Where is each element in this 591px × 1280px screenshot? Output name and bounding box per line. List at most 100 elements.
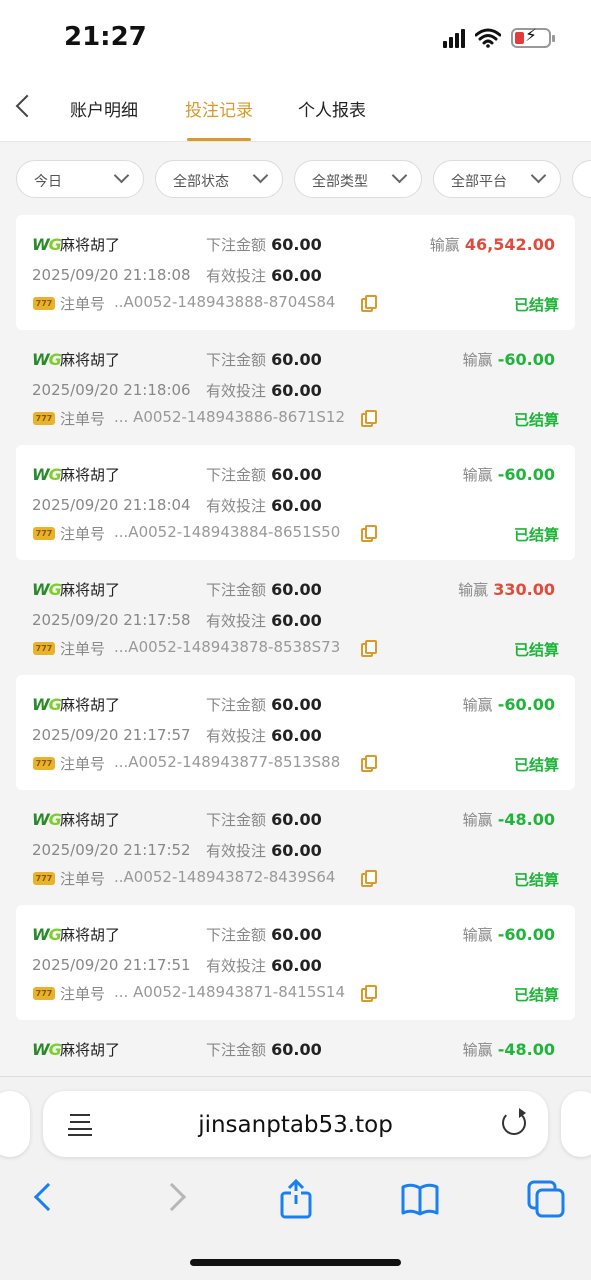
tab-account-details[interactable]: 账户明细 <box>70 96 138 121</box>
home-indicator <box>190 1259 401 1266</box>
win-loss-value: -48.00 <box>497 1040 555 1059</box>
valid-bet: 有效投注 60.00 <box>206 726 322 745</box>
share-button[interactable] <box>276 1178 316 1219</box>
filter-label: 全部类型 <box>312 174 368 190</box>
valid-bet: 有效投注 60.00 <box>206 956 322 975</box>
forward-icon <box>157 1182 187 1212</box>
copy-icon[interactable] <box>361 410 377 427</box>
bet-record-row[interactable]: WG 麻将胡了 下注金额 60.00 输赢 -60.00 2025/09/20 21:1… <box>16 905 575 1020</box>
bet-record-row[interactable]: WG 麻将胡了 下注金额 60.00 输赢 330.00 2025/09/20 21:1… <box>16 560 575 675</box>
order-number-label: 注单号 <box>60 870 106 888</box>
win-loss-value: 46,542.00 <box>464 235 555 254</box>
wg-logo-icon: WG <box>32 1040 62 1059</box>
filter-platform[interactable]: 全部平台 <box>433 160 561 198</box>
active-tab-indicator <box>187 138 251 141</box>
wg-logo-icon: WG <box>32 235 62 254</box>
win-loss: 输赢 46,542.00 <box>429 235 555 254</box>
order-number: ...A0052-148943884-8651S50 <box>114 523 341 541</box>
order-number: ...A0052-148943878-8538S73 <box>114 638 341 656</box>
order-number: ...A0052-148943877-8513S88 <box>114 753 341 771</box>
browser-back-button[interactable] <box>28 1179 68 1219</box>
bet-amount: 下注金额 60.00 <box>206 465 322 484</box>
status-icons: ⚡ <box>443 26 555 48</box>
status-badge: 已结算 <box>513 526 559 544</box>
win-loss-value: -60.00 <box>497 925 555 944</box>
copy-icon[interactable] <box>361 985 377 1002</box>
win-loss-value: 330.00 <box>493 580 555 599</box>
bet-datetime: 2025/09/20 21:17:57 <box>32 726 191 744</box>
order-number: ... A0052-148943871-8415S14 <box>114 983 346 1001</box>
bet-record-row[interactable]: WG 麻将胡了 下注金额 60.00 输赢 -48.00 <box>16 1020 575 1076</box>
tab-bet-records[interactable]: 投注记录 <box>185 96 253 121</box>
copy-icon[interactable] <box>361 870 377 887</box>
chevron-down-icon <box>252 167 269 184</box>
win-loss-value: -48.00 <box>497 810 555 829</box>
filter-status[interactable]: 全部状态 <box>155 160 283 198</box>
win-loss-value: -60.00 <box>497 695 555 714</box>
previous-tab-pill[interactable] <box>0 1091 30 1157</box>
bet-record-row[interactable]: WG 麻将胡了 下注金额 60.00 输赢 46,542.00 2025/09/20 2… <box>16 215 575 330</box>
filter-date[interactable]: 今日 <box>16 160 144 198</box>
bet-record-row[interactable]: WG 麻将胡了 下注金额 60.00 输赢 -48.00 2025/09/20 21:1… <box>16 790 575 905</box>
game-name: 麻将胡了 <box>60 926 121 944</box>
reload-icon[interactable] <box>502 1108 526 1135</box>
copy-icon[interactable] <box>361 755 377 772</box>
bet-amount: 下注金额 60.00 <box>206 925 322 944</box>
bet-record-row[interactable]: WG 麻将胡了 下注金额 60.00 输赢 -60.00 2025/09/20 21:1… <box>16 330 575 445</box>
wg-logo-icon: WG <box>32 465 62 484</box>
valid-bet: 有效投注 60.00 <box>206 841 322 860</box>
bookmarks-button[interactable] <box>400 1179 440 1219</box>
chevron-down-icon <box>530 167 547 184</box>
coin-777-icon: 777 <box>33 412 55 425</box>
order-number-label: 注单号 <box>60 985 106 1003</box>
valid-bet: 有效投注 60.00 <box>206 381 322 400</box>
order-number-label: 注单号 <box>60 525 106 543</box>
game-name: 麻将胡了 <box>60 1041 121 1059</box>
order-number: ..A0052-148943872-8439S64 <box>114 868 336 886</box>
valid-bet: 有效投注 60.00 <box>206 266 322 285</box>
win-loss: 输赢 -60.00 <box>462 350 555 369</box>
wg-logo-icon: WG <box>32 810 62 829</box>
filter-type[interactable]: 全部类型 <box>294 160 422 198</box>
copy-icon[interactable] <box>361 640 377 657</box>
wg-logo-icon: WG <box>32 695 62 714</box>
bet-record-row[interactable]: WG 麻将胡了 下注金额 60.00 输赢 -60.00 2025/09/20 21:1… <box>16 445 575 560</box>
win-loss: 输赢 -48.00 <box>462 1040 555 1059</box>
win-loss-value: -60.00 <box>497 465 555 484</box>
coin-777-icon: 777 <box>33 527 55 540</box>
order-number: ... A0052-148943886-8671S12 <box>114 408 346 426</box>
status-badge: 已结算 <box>513 411 559 429</box>
top-nav: 账户明细 投注记录 个人报表 <box>0 78 591 142</box>
bet-record-row[interactable]: WG 麻将胡了 下注金额 60.00 输赢 -60.00 2025/09/20 21:1… <box>16 675 575 790</box>
coin-777-icon: 777 <box>33 757 55 770</box>
address-bar[interactable]: jinsanptab53.top <box>43 1091 548 1157</box>
browser-forward-button[interactable] <box>157 1179 200 1219</box>
tabs-icon <box>527 1180 565 1218</box>
back-icon[interactable] <box>15 94 39 118</box>
valid-bet: 有效投注 60.00 <box>206 496 322 515</box>
game-name: 麻将胡了 <box>60 236 121 254</box>
tabs-button[interactable] <box>526 1179 566 1219</box>
filter-bar: 今日 全部状态 全部类型 全部平台 <box>0 160 591 200</box>
copy-icon[interactable] <box>361 295 377 312</box>
url-text: jinsanptab53.top <box>198 1112 393 1138</box>
chevron-down-icon <box>113 167 130 184</box>
win-loss: 输赢 -48.00 <box>462 810 555 829</box>
filter-more[interactable] <box>572 160 591 198</box>
tab-personal-report[interactable]: 个人报表 <box>298 96 366 121</box>
game-name: 麻将胡了 <box>60 696 121 714</box>
bet-datetime: 2025/09/20 21:17:58 <box>32 611 191 629</box>
filter-label: 全部平台 <box>451 174 507 190</box>
win-loss-value: -60.00 <box>497 350 555 369</box>
order-number-label: 注单号 <box>60 755 106 773</box>
status-badge: 已结算 <box>513 986 559 1004</box>
status-badge: 已结算 <box>513 296 559 314</box>
browser-toolbar: jinsanptab53.top <box>0 1076 591 1280</box>
next-tab-pill[interactable] <box>561 1091 591 1157</box>
status-bar: 21:27 ⚡ <box>0 0 591 78</box>
coin-777-icon: 777 <box>33 872 55 885</box>
order-number-label: 注单号 <box>60 295 106 313</box>
copy-icon[interactable] <box>361 525 377 542</box>
bet-datetime: 2025/09/20 21:18:04 <box>32 496 191 514</box>
chevron-down-icon <box>391 167 408 184</box>
